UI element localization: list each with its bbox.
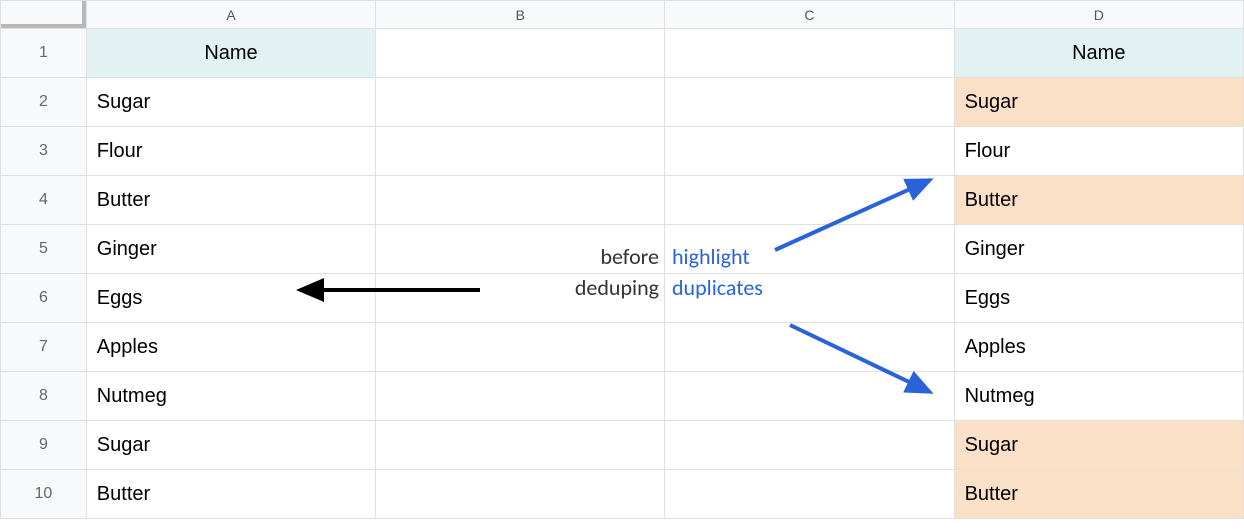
cell-b4[interactable] bbox=[376, 176, 665, 225]
cell-b10[interactable] bbox=[376, 470, 665, 519]
row-8: 8 Nutmeg Nutmeg bbox=[1, 372, 1244, 421]
column-header-row: A B C D bbox=[1, 1, 1244, 29]
row-header-6[interactable]: 6 bbox=[1, 274, 87, 323]
row-header-3[interactable]: 3 bbox=[1, 127, 87, 176]
cell-c4[interactable] bbox=[665, 176, 954, 225]
cell-a7[interactable]: Apples bbox=[86, 323, 375, 372]
spreadsheet-grid[interactable]: A B C D 1 Name Name 2 Sugar Sugar 3 Flou… bbox=[0, 0, 1244, 519]
cell-c6[interactable] bbox=[665, 274, 954, 323]
cell-a4[interactable]: Butter bbox=[86, 176, 375, 225]
row-header-5[interactable]: 5 bbox=[1, 225, 87, 274]
cell-c1[interactable] bbox=[665, 29, 954, 78]
row-6: 6 Eggs Eggs bbox=[1, 274, 1244, 323]
cell-b9[interactable] bbox=[376, 421, 665, 470]
cell-a6[interactable]: Eggs bbox=[86, 274, 375, 323]
cell-a9[interactable]: Sugar bbox=[86, 421, 375, 470]
cell-c9[interactable] bbox=[665, 421, 954, 470]
row-1: 1 Name Name bbox=[1, 29, 1244, 78]
cell-c2[interactable] bbox=[665, 78, 954, 127]
row-10: 10 Butter Butter bbox=[1, 470, 1244, 519]
cell-b8[interactable] bbox=[376, 372, 665, 421]
cell-c8[interactable] bbox=[665, 372, 954, 421]
cell-c3[interactable] bbox=[665, 127, 954, 176]
row-header-1[interactable]: 1 bbox=[1, 29, 87, 78]
cell-b3[interactable] bbox=[376, 127, 665, 176]
row-2: 2 Sugar Sugar bbox=[1, 78, 1244, 127]
col-header-c[interactable]: C bbox=[665, 1, 954, 29]
row-header-8[interactable]: 8 bbox=[1, 372, 87, 421]
row-5: 5 Ginger Ginger bbox=[1, 225, 1244, 274]
cell-d1[interactable]: Name bbox=[954, 29, 1243, 78]
col-header-a[interactable]: A bbox=[86, 1, 375, 29]
cell-b5[interactable] bbox=[376, 225, 665, 274]
cell-a1[interactable]: Name bbox=[86, 29, 375, 78]
cell-d6[interactable]: Eggs bbox=[954, 274, 1243, 323]
cell-c7[interactable] bbox=[665, 323, 954, 372]
cell-d8[interactable]: Nutmeg bbox=[954, 372, 1243, 421]
row-header-2[interactable]: 2 bbox=[1, 78, 87, 127]
row-header-4[interactable]: 4 bbox=[1, 176, 87, 225]
cell-b6[interactable] bbox=[376, 274, 665, 323]
row-3: 3 Flour Flour bbox=[1, 127, 1244, 176]
cell-c5[interactable] bbox=[665, 225, 954, 274]
row-9: 9 Sugar Sugar bbox=[1, 421, 1244, 470]
cell-d7[interactable]: Apples bbox=[954, 323, 1243, 372]
cell-b1[interactable] bbox=[376, 29, 665, 78]
cell-a10[interactable]: Butter bbox=[86, 470, 375, 519]
cell-c10[interactable] bbox=[665, 470, 954, 519]
cell-b2[interactable] bbox=[376, 78, 665, 127]
row-header-9[interactable]: 9 bbox=[1, 421, 87, 470]
cell-a5[interactable]: Ginger bbox=[86, 225, 375, 274]
cell-d9[interactable]: Sugar bbox=[954, 421, 1243, 470]
cell-a8[interactable]: Nutmeg bbox=[86, 372, 375, 421]
cell-b7[interactable] bbox=[376, 323, 665, 372]
cell-d2[interactable]: Sugar bbox=[954, 78, 1243, 127]
row-header-7[interactable]: 7 bbox=[1, 323, 87, 372]
cell-d4[interactable]: Butter bbox=[954, 176, 1243, 225]
cell-d10[interactable]: Butter bbox=[954, 470, 1243, 519]
cell-d3[interactable]: Flour bbox=[954, 127, 1243, 176]
row-7: 7 Apples Apples bbox=[1, 323, 1244, 372]
cell-d5[interactable]: Ginger bbox=[954, 225, 1243, 274]
select-all-corner[interactable] bbox=[1, 1, 87, 29]
row-header-10[interactable]: 10 bbox=[1, 470, 87, 519]
col-header-d[interactable]: D bbox=[954, 1, 1243, 29]
col-header-b[interactable]: B bbox=[376, 1, 665, 29]
cell-a3[interactable]: Flour bbox=[86, 127, 375, 176]
row-4: 4 Butter Butter bbox=[1, 176, 1244, 225]
cell-a2[interactable]: Sugar bbox=[86, 78, 375, 127]
